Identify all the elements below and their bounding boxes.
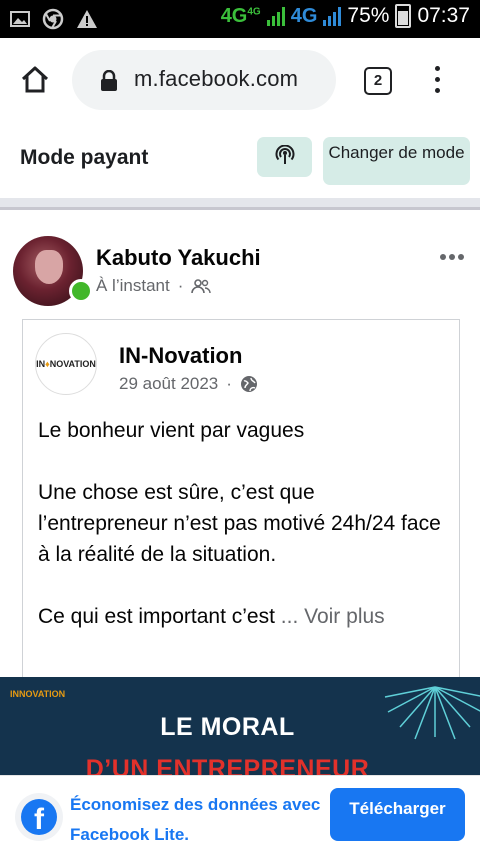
change-mode-button[interactable]: Changer de mode xyxy=(323,137,470,185)
section-divider xyxy=(0,198,480,210)
post-paragraph: Une chose est sûre, c’est que l’entrepre… xyxy=(38,481,441,566)
signal-bars-1-icon xyxy=(266,6,285,26)
globe-icon xyxy=(240,376,257,392)
browser-menu-icon[interactable] xyxy=(432,66,442,99)
status-bar: 4G4G 4G 75% 07:37 xyxy=(0,0,480,38)
facebook-lite-logo-icon: f xyxy=(15,793,63,841)
post-paragraph: Ce qui est important c’est ... Voir plus xyxy=(38,605,385,628)
post-options-icon[interactable] xyxy=(440,254,464,260)
broadcast-icon xyxy=(275,145,295,164)
network-label-2: 4G xyxy=(290,4,318,27)
status-indicators: 4G4G 4G 75% 07:37 xyxy=(221,4,470,28)
address-bar[interactable]: m.facebook.com xyxy=(72,50,336,110)
post-author[interactable]: Kabuto Yakuchi xyxy=(96,245,261,271)
battery-percent: 75% xyxy=(347,4,390,27)
mode-title: Mode payant xyxy=(20,146,149,169)
data-mode-bar: Mode payant Changer de mode xyxy=(0,122,480,198)
free-mode-button[interactable] xyxy=(257,137,312,177)
post-meta: À l’instant · xyxy=(96,276,212,296)
page-logo[interactable]: IN♦NOVATION xyxy=(35,333,97,395)
notification-icons xyxy=(10,8,98,30)
network-label-1: 4G4G xyxy=(220,4,261,27)
browser-toolbar: m.facebook.com 2 xyxy=(0,38,480,123)
gallery-icon xyxy=(10,11,30,27)
shared-post-card[interactable]: IN♦NOVATION IN-Novation 29 août 2023 · L… xyxy=(22,319,460,700)
url-text: m.facebook.com xyxy=(134,66,299,91)
meta-separator: · xyxy=(226,374,232,393)
tab-switcher-button[interactable]: 2 xyxy=(364,67,392,95)
avatar-face xyxy=(35,250,63,284)
post-paragraph: Le bonheur vient par vagues xyxy=(38,419,305,442)
facebook-lite-banner: f Économisez des données avec Facebook L… xyxy=(0,775,480,855)
image-subtitle: D’UN ENTREPRENEUR xyxy=(85,755,370,777)
clock: 07:37 xyxy=(417,4,470,27)
home-icon[interactable] xyxy=(20,64,50,94)
banner-text: Économisez des données avec Facebook Lit… xyxy=(70,795,321,844)
post-image[interactable]: INNOVATION LE MORAL D’UN ENTREPRENEUR xyxy=(0,677,480,777)
image-logo: INNOVATION xyxy=(10,689,66,699)
shared-post-meta: 29 août 2023 · xyxy=(119,374,258,394)
lock-icon xyxy=(101,70,117,91)
warning-icon xyxy=(77,10,97,28)
online-status-dot xyxy=(69,279,93,303)
chrome-icon xyxy=(42,8,64,30)
signal-bars-2-icon xyxy=(323,6,342,26)
see-more-link[interactable]: ... Voir plus xyxy=(281,605,385,628)
post-time[interactable]: À l’instant xyxy=(96,276,170,296)
image-title: LE MORAL xyxy=(160,713,295,741)
meta-separator: · xyxy=(177,276,184,295)
shared-post-date[interactable]: 29 août 2023 xyxy=(119,374,218,394)
download-button[interactable]: Télécharger xyxy=(330,788,465,841)
post-text: Le bonheur vient par vagues Une chose es… xyxy=(38,415,448,663)
battery-icon xyxy=(395,4,412,28)
friends-icon xyxy=(191,279,212,294)
shared-page-name[interactable]: IN-Novation xyxy=(119,343,242,369)
